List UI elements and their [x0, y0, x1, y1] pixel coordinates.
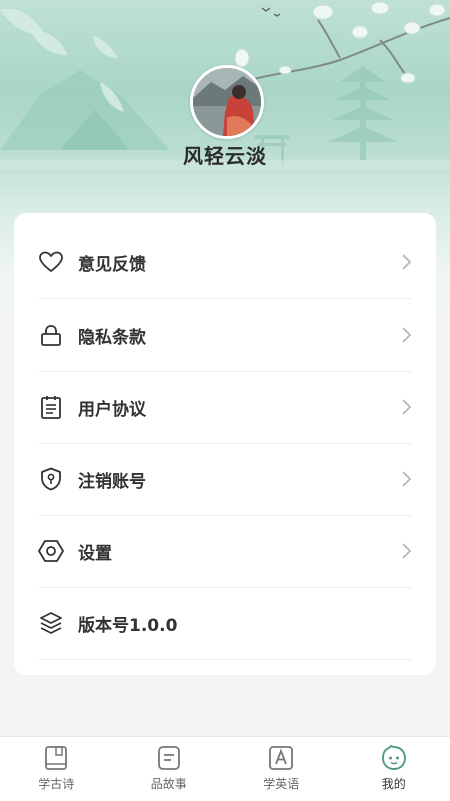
menu-item-label: 用户协议 [78, 395, 146, 420]
tab-english[interactable]: 学英语 [225, 737, 338, 801]
document-icon [38, 394, 64, 420]
menu-card: 意见反馈 隐私条款 用户协议 注销账号 设置 版本号1.0.0 [14, 213, 436, 675]
menu-item-label: 设置 [78, 539, 112, 564]
bottom-tab-bar: 学古诗 品故事 学英语 我的 [0, 736, 450, 801]
menu-item-version: 版本号1.0.0 [38, 587, 412, 660]
layers-icon [38, 610, 64, 636]
menu-item-label: 意见反馈 [78, 250, 146, 275]
chevron-right-icon [400, 398, 412, 416]
tab-stories[interactable]: 品故事 [113, 737, 226, 801]
letter-a-icon [268, 745, 294, 771]
tab-poetry[interactable]: 学古诗 [0, 737, 113, 801]
menu-item-feedback[interactable]: 意见反馈 [38, 226, 412, 299]
tab-mine[interactable]: 我的 [338, 737, 450, 801]
tab-label: 品故事 [151, 775, 187, 792]
menu-item-privacy[interactable]: 隐私条款 [38, 299, 412, 372]
menu-item-delete-account[interactable]: 注销账号 [38, 443, 412, 516]
heart-icon [38, 249, 64, 275]
chevron-right-icon [400, 326, 412, 344]
avatar[interactable] [190, 65, 264, 139]
chevron-right-icon [400, 542, 412, 560]
hexagon-settings-icon [38, 538, 64, 564]
chevron-right-icon [400, 253, 412, 271]
chevron-right-icon [400, 470, 412, 488]
tab-label: 学英语 [263, 775, 299, 792]
tab-label: 学古诗 [38, 775, 74, 792]
username: 风轻云淡 [0, 140, 450, 169]
menu-item-label: 注销账号 [78, 467, 146, 492]
book-icon [43, 745, 69, 771]
version-label: 版本号1.0.0 [78, 611, 177, 636]
menu-item-user-agreement[interactable]: 用户协议 [38, 371, 412, 444]
menu-item-settings[interactable]: 设置 [38, 515, 412, 588]
shield-key-icon [38, 466, 64, 492]
story-icon [156, 745, 182, 771]
tab-label: 我的 [382, 775, 406, 792]
menu-item-label: 隐私条款 [78, 323, 146, 348]
lock-icon [38, 322, 64, 348]
face-icon [381, 745, 407, 771]
